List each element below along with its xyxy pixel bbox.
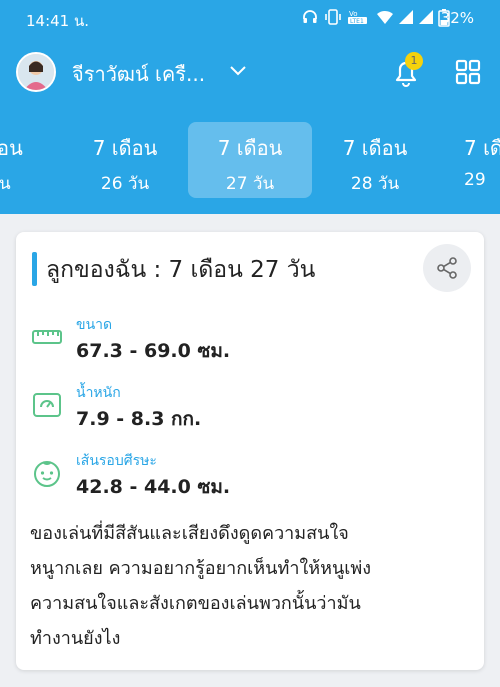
- tab-age-months: 7 เดือน: [92, 136, 158, 160]
- scale-icon: [33, 393, 61, 417]
- ruler-icon: [32, 330, 62, 344]
- tab-age-selected[interactable]: 7 เดือน 27 วัน: [188, 122, 312, 198]
- notification-badge: 1: [405, 52, 423, 70]
- chevron-down-icon[interactable]: [228, 60, 248, 80]
- metric-label: น้ำหนัก: [76, 385, 121, 401]
- metric-label: ขนาด: [76, 317, 113, 333]
- development-description: ของเล่นที่มีสีสันและเสียงดึงดูดความสนใจ …: [30, 516, 476, 656]
- avatar[interactable]: [16, 52, 56, 92]
- tab-age-months: 7 เดือน: [342, 136, 408, 160]
- tab-age-months: 7 เดือน: [217, 136, 283, 160]
- wifi-icon: [377, 10, 393, 24]
- signal-icon: [399, 10, 413, 24]
- tab-age[interactable]: 7 เดือน 26 วัน: [63, 122, 187, 198]
- svg-text:LTE1: LTE1: [350, 18, 364, 25]
- baby-face-icon: [34, 461, 60, 487]
- tab-age-days: 26 วัน: [100, 174, 150, 194]
- baby-info-card: ลูกของฉัน : 7 เดือน 27 วัน ขนาด 67.3 - 6…: [16, 232, 484, 670]
- svg-text:Vo: Vo: [349, 10, 358, 18]
- tab-age-months: เดือน: [0, 136, 23, 160]
- tab-age-days: 27 วัน: [225, 174, 275, 194]
- tab-age[interactable]: 7 เดื 29: [438, 122, 500, 198]
- volte-icon: VoLTE1: [348, 10, 367, 25]
- status-time: 14:41 น.: [26, 12, 90, 30]
- share-icon: [437, 257, 457, 279]
- description-line: ความสนใจและสังเกตของเล่นพวกนั้นว่ามัน: [30, 593, 361, 614]
- signal-icon: [419, 10, 433, 24]
- description-line: ทำงานยังไง: [30, 628, 121, 649]
- share-button[interactable]: [423, 244, 471, 292]
- tab-age-months: 7 เดื: [464, 136, 500, 160]
- tab-age[interactable]: เดือน วัน: [0, 122, 62, 198]
- metric-head-circumference: เส้นรอบศีรษะ 42.8 - 44.0 ซม.: [30, 450, 450, 510]
- battery-percent: 32%: [440, 9, 474, 27]
- tab-age-days: วัน: [0, 174, 11, 194]
- metric-length: ขนาด 67.3 - 69.0 ซม.: [30, 314, 450, 374]
- card-title: ลูกของฉัน : 7 เดือน 27 วัน: [46, 257, 316, 283]
- tab-age-days: 28 วัน: [350, 174, 400, 194]
- metric-value: 67.3 - 69.0 ซม.: [76, 340, 231, 362]
- app-bar: จีราวัฒน์ เครื... 1: [0, 36, 500, 108]
- description-line: ของเล่นที่มีสีสันและเสียงดึงดูดความสนใจ: [30, 523, 349, 544]
- title-accent-bar: [32, 252, 37, 286]
- vibrate-icon: [325, 9, 341, 25]
- description-line: หนูากเลย ความอยากรู้อยากเห็นทำให้หนูเพ่ง: [30, 558, 372, 579]
- age-tabs: เดือน วัน 7 เดือน 26 วัน 7 เดือน 27 วัน …: [0, 108, 500, 214]
- baby-name[interactable]: จีราวัฒน์ เครื...: [72, 58, 205, 90]
- metric-value: 7.9 - 8.3 กก.: [76, 408, 202, 430]
- headphones-icon: [303, 10, 317, 23]
- grid-menu-icon[interactable]: [454, 58, 482, 86]
- tab-age[interactable]: 7 เดือน 28 วัน: [313, 122, 437, 198]
- metric-label: เส้นรอบศีรษะ: [76, 453, 157, 469]
- metric-weight: น้ำหนัก 7.9 - 8.3 กก.: [30, 382, 450, 442]
- metric-value: 42.8 - 44.0 ซม.: [76, 476, 231, 498]
- tab-age-days: 29: [464, 170, 486, 190]
- status-bar: 14:41 น. Vo LTE1 32%: [0, 0, 500, 36]
